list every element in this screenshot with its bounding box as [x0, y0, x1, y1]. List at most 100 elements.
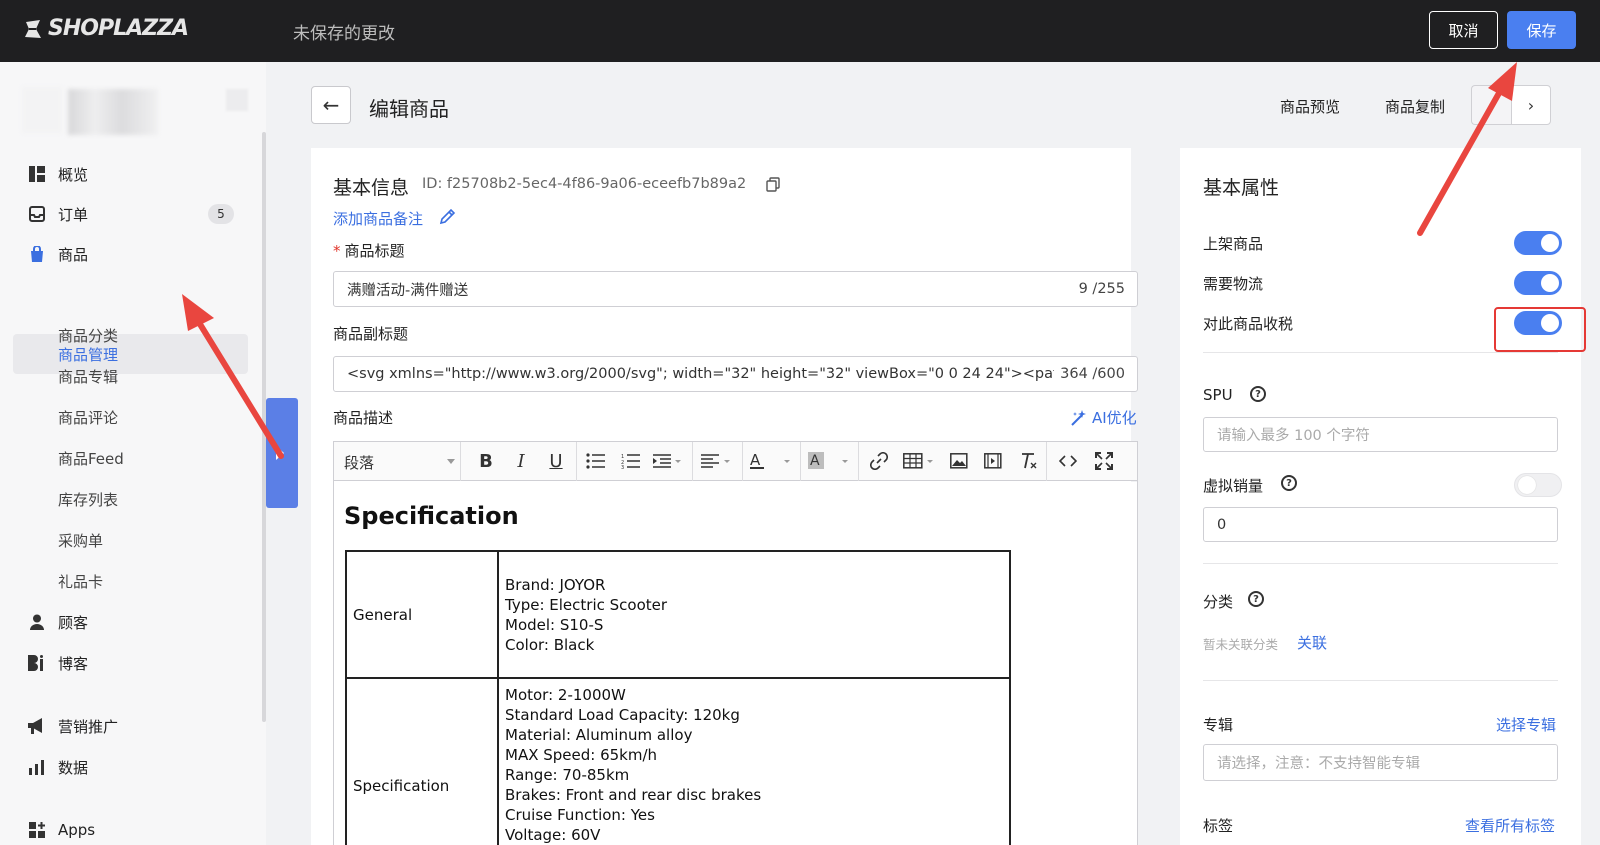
sidebar-item-product-collections[interactable]: 商品专辑	[0, 356, 266, 396]
spu-input[interactable]: 请输入最多 100 个字符	[1203, 417, 1558, 452]
requires-shipping-toggle[interactable]	[1514, 271, 1562, 295]
bullet-list-icon[interactable]	[584, 450, 608, 472]
store-switcher[interactable]	[20, 87, 248, 137]
sidebar-collapse-toggle[interactable]	[266, 398, 298, 508]
divider	[1203, 680, 1558, 681]
sidebar-item-overview[interactable]: 概览	[0, 154, 266, 194]
sidebar-item-label: 商品Feed	[58, 449, 124, 468]
code-view-icon[interactable]	[1056, 450, 1080, 472]
requires-shipping-label: 需要物流	[1203, 275, 1264, 293]
help-icon[interactable]: ?	[1281, 475, 1297, 491]
spec-line: Color: Black	[505, 635, 595, 654]
highlight-box	[1494, 307, 1586, 352]
rich-text-editor: 段落 B I U 123 A A Specification General B…	[333, 441, 1138, 845]
ai-optimize-button[interactable]: AI优化	[1070, 407, 1137, 428]
add-product-note-link[interactable]: 添加商品备注	[333, 208, 423, 229]
product-copy-link[interactable]: 商品复制	[1385, 96, 1445, 117]
ai-optimize-label: AI优化	[1092, 409, 1137, 427]
font-color-icon[interactable]: A	[750, 450, 794, 472]
chevron-right-icon: ›	[1527, 95, 1535, 115]
sidebar-item-customers[interactable]: 顾客	[0, 602, 266, 642]
highlight-color-icon[interactable]: A	[808, 450, 852, 472]
bold-icon[interactable]: B	[476, 450, 496, 472]
pencil-icon[interactable]	[438, 208, 456, 226]
spec-key: Specification	[345, 677, 499, 845]
sidebar-item-label: 库存列表	[58, 490, 119, 509]
previous-product-button[interactable]: ‹	[1471, 85, 1511, 125]
divider	[1203, 352, 1558, 353]
align-icon[interactable]	[700, 450, 734, 472]
sidebar-item-label: 顾客	[58, 613, 89, 632]
back-button[interactable]: ←	[311, 86, 351, 124]
collection-select[interactable]: 请选择，注意：不支持智能专辑	[1203, 744, 1558, 781]
spec-line: Brand: JOYOR	[505, 575, 606, 594]
image-icon[interactable]	[948, 450, 970, 472]
svg-text:A: A	[750, 452, 761, 469]
spec-line: Range: 70-85km	[505, 766, 630, 784]
view-all-tags-link[interactable]: 查看所有标签	[1465, 815, 1555, 836]
sidebar-item-products[interactable]: 商品	[0, 234, 266, 274]
on-shelf-toggle[interactable]	[1514, 231, 1562, 255]
copy-icon[interactable]	[766, 177, 780, 192]
orders-count-badge: 5	[208, 204, 234, 224]
sidebar-item-apps[interactable]: Apps	[0, 810, 266, 845]
italic-icon[interactable]: I	[511, 450, 531, 472]
sidebar-item-product-categories[interactable]: 商品分类	[0, 315, 266, 355]
virtual-sales-input[interactable]: 0	[1203, 507, 1558, 542]
tags-label: 标签	[1203, 817, 1234, 835]
dashboard-icon	[28, 166, 46, 182]
category-label: 分类	[1203, 593, 1234, 611]
sidebar-item-marketing[interactable]: 营销推广	[0, 706, 266, 746]
underline-icon[interactable]: U	[546, 450, 566, 472]
cancel-button[interactable]: 取消	[1429, 11, 1498, 49]
category-empty-text: 暂未关联分类	[1203, 637, 1279, 652]
product-pager: ‹ ›	[1471, 85, 1551, 125]
indent-icon[interactable]	[652, 450, 684, 472]
sidebar-item-inventory[interactable]: 库存列表	[0, 479, 266, 519]
sidebar-item-label: 商品评论	[58, 408, 119, 427]
paragraph-format-select[interactable]: 段落	[344, 452, 374, 473]
collection-label: 专辑	[1203, 716, 1234, 734]
fullscreen-icon[interactable]	[1092, 450, 1116, 472]
save-button[interactable]: 保存	[1507, 11, 1576, 49]
arrow-left-icon: ←	[322, 93, 340, 117]
help-icon[interactable]: ?	[1250, 386, 1266, 402]
shoplazza-logo[interactable]: SHOPLAZZA	[22, 16, 189, 41]
inbox-icon	[28, 206, 46, 222]
product-title-input[interactable]: 满赠活动-满件赠送 9 /255	[333, 271, 1138, 307]
sidebar-item-gift-cards[interactable]: 礼品卡	[0, 561, 266, 601]
next-product-button[interactable]: ›	[1511, 85, 1551, 125]
link-icon[interactable]	[868, 450, 890, 472]
numbered-list-icon[interactable]: 123	[619, 450, 643, 472]
product-subtitle-input[interactable]: <svg xmlns="http://www.w3.org/2000/svg";…	[333, 356, 1138, 392]
sidebar-item-blog[interactable]: 博客	[0, 643, 266, 683]
sidebar-item-analytics[interactable]: 数据	[0, 747, 266, 787]
spec-key: General	[345, 550, 499, 679]
help-icon[interactable]: ?	[1248, 591, 1264, 607]
clear-format-icon[interactable]	[1018, 450, 1040, 472]
spu-placeholder: 请输入最多 100 个字符	[1217, 428, 1370, 444]
editor-content[interactable]: Specification General Brand: JOYOR Type:…	[334, 482, 1137, 845]
sidebar-item-label: 营销推广	[58, 717, 119, 736]
spec-line: Material: Aluminum alloy	[505, 726, 693, 744]
product-title-counter: 9 /255	[1072, 272, 1125, 306]
table-icon[interactable]	[902, 450, 938, 472]
divider	[1203, 563, 1558, 564]
product-subtitle-value: <svg xmlns="http://www.w3.org/2000/svg";…	[347, 366, 1068, 382]
sidebar-item-label: 采购单	[58, 531, 104, 550]
link-category-button[interactable]: 关联	[1297, 632, 1327, 653]
editor-toolbar: 段落 B I U 123 A A	[334, 442, 1137, 481]
unsaved-changes-status: 未保存的更改	[293, 24, 395, 44]
product-subtitle-counter: 364 /600	[1054, 357, 1125, 391]
virtual-sales-toggle[interactable]	[1514, 473, 1562, 497]
select-collection-link[interactable]: 选择专辑	[1496, 714, 1556, 735]
video-icon[interactable]	[982, 450, 1004, 472]
sidebar-item-product-reviews[interactable]: 商品评论	[0, 397, 266, 437]
svg-text:3: 3	[621, 465, 624, 469]
sidebar-item-product-feed[interactable]: 商品Feed	[0, 438, 266, 478]
product-preview-link[interactable]: 商品预览	[1280, 96, 1340, 117]
toolbar-divider	[692, 442, 693, 481]
sidebar-item-purchase-orders[interactable]: 采购单	[0, 520, 266, 560]
sidebar-item-orders[interactable]: 订单 5	[0, 194, 266, 234]
basic-info-title: 基本信息	[333, 177, 410, 199]
